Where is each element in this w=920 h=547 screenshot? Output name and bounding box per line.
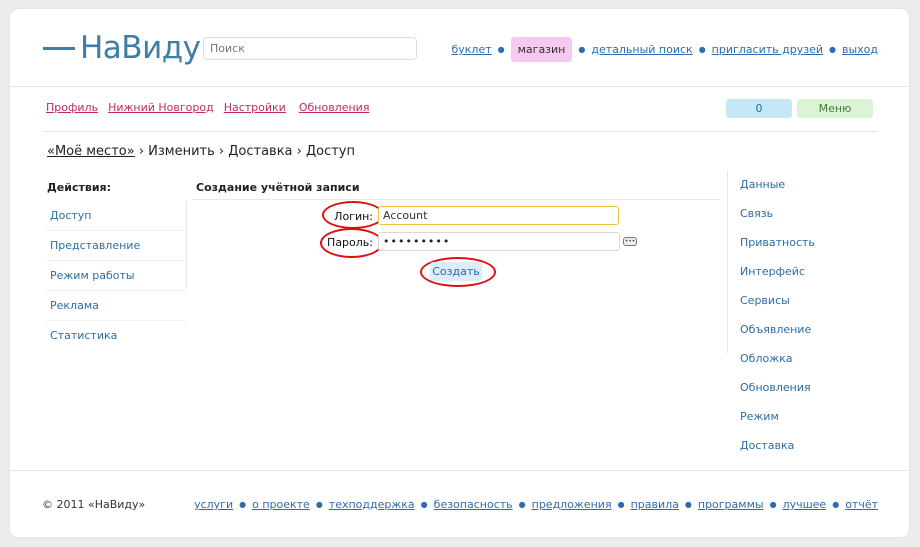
top-nav: буклет ● магазин ● детальный поиск ● при… — [451, 37, 878, 62]
create-button[interactable]: Создать — [430, 262, 482, 281]
separator-dot-icon: ● — [684, 500, 692, 509]
subnav-city-link[interactable]: Нижний Новгород — [108, 101, 214, 114]
settings-updates-link[interactable]: Обновления — [740, 373, 815, 402]
site-logo[interactable]: НаВиду — [43, 28, 201, 68]
action-ads-link[interactable]: Реклама — [45, 291, 187, 321]
nav-shop-link[interactable]: магазин — [510, 37, 573, 62]
subnav-profile-link[interactable]: Профиль — [46, 101, 98, 114]
actions-menu: Доступ Представление Режим работы Реклам… — [45, 201, 187, 351]
header-divider — [10, 86, 910, 87]
breadcrumb-home-link[interactable]: «Моё место» — [47, 144, 135, 159]
login-label: Логин: — [334, 210, 373, 223]
subnav-updates-link[interactable]: Обновления — [299, 101, 370, 114]
breadcrumb: «Моё место» › Изменить › Доставка › Дост… — [47, 144, 355, 159]
breadcrumb-path: › Изменить › Доставка › Доступ — [134, 144, 356, 159]
separator-dot-icon: ● — [420, 500, 428, 509]
footer-support-link[interactable]: техподдержка — [329, 498, 415, 511]
settings-privacy-link[interactable]: Приватность — [740, 228, 815, 257]
footer-report-link[interactable]: отчёт — [845, 498, 878, 511]
separator-dot-icon: ● — [617, 500, 625, 509]
logo-text: НаВиду — [80, 30, 201, 66]
password-label: Пароль: — [327, 236, 373, 249]
settings-contact-link[interactable]: Связь — [740, 199, 815, 228]
footer-about-link[interactable]: о проекте — [252, 498, 310, 511]
settings-services-link[interactable]: Сервисы — [740, 286, 815, 315]
action-access-link[interactable]: Доступ — [45, 201, 187, 231]
settings-announcement-link[interactable]: Объявление — [740, 315, 815, 344]
subnav-divider — [43, 131, 878, 132]
action-stats-link[interactable]: Статистика — [45, 321, 187, 351]
show-password-icon[interactable]: ••• — [623, 237, 637, 246]
settings-interface-link[interactable]: Интерфейс — [740, 257, 815, 286]
separator-dot-icon: ● — [239, 500, 247, 509]
password-field[interactable] — [378, 232, 620, 251]
settings-menu: Данные Связь Приватность Интерфейс Серви… — [740, 170, 815, 460]
nav-detailed-search-link[interactable]: детальный поиск — [591, 43, 692, 56]
footer-nav: услуги ● о проекте ● техподдержка ● безо… — [194, 498, 878, 511]
action-work-mode-link[interactable]: Режим работы — [45, 261, 187, 291]
right-divider — [727, 170, 728, 353]
sub-nav: Профиль Нижний Новгород Настройки Обновл… — [46, 101, 369, 114]
settings-delivery-link[interactable]: Доставка — [740, 431, 815, 460]
footer-security-link[interactable]: безопасность — [434, 498, 513, 511]
actions-title: Действия: — [47, 181, 111, 194]
separator-dot-icon: ● — [518, 500, 526, 509]
separator-dot-icon: ● — [315, 500, 323, 509]
separator-dot-icon: ● — [497, 45, 505, 54]
separator-dot-icon: ● — [578, 45, 586, 54]
footer-offers-link[interactable]: предложения — [532, 498, 612, 511]
notification-count-badge[interactable]: 0 — [726, 99, 792, 118]
footer-rules-link[interactable]: правила — [631, 498, 679, 511]
separator-dot-icon: ● — [769, 500, 777, 509]
separator-dot-icon: ● — [829, 45, 836, 54]
section-title: Создание учётной записи — [196, 181, 360, 194]
logo-dash — [43, 46, 75, 50]
nav-logout-link[interactable]: выход — [842, 43, 878, 56]
footer-best-link[interactable]: лучшее — [783, 498, 827, 511]
action-presentation-link[interactable]: Представление — [45, 231, 187, 261]
subnav-settings-link[interactable]: Настройки — [224, 101, 286, 114]
menu-button[interactable]: Меню — [797, 99, 873, 118]
separator-dot-icon: ● — [832, 500, 840, 509]
footer-divider — [10, 470, 910, 471]
search-input[interactable] — [203, 37, 417, 60]
left-divider — [186, 201, 187, 288]
nav-invite-friends-link[interactable]: пригласить друзей — [712, 43, 823, 56]
section-divider — [192, 199, 720, 200]
separator-dot-icon: ● — [698, 45, 706, 54]
settings-mode-link[interactable]: Режим — [740, 402, 815, 431]
settings-data-link[interactable]: Данные — [740, 170, 815, 199]
copyright: © 2011 «НаВиду» — [42, 498, 146, 511]
settings-cover-link[interactable]: Обложка — [740, 344, 815, 373]
footer-programs-link[interactable]: программы — [698, 498, 764, 511]
footer-services-link[interactable]: услуги — [194, 498, 233, 511]
nav-booklet-link[interactable]: буклет — [451, 43, 491, 56]
login-field[interactable] — [378, 206, 619, 225]
